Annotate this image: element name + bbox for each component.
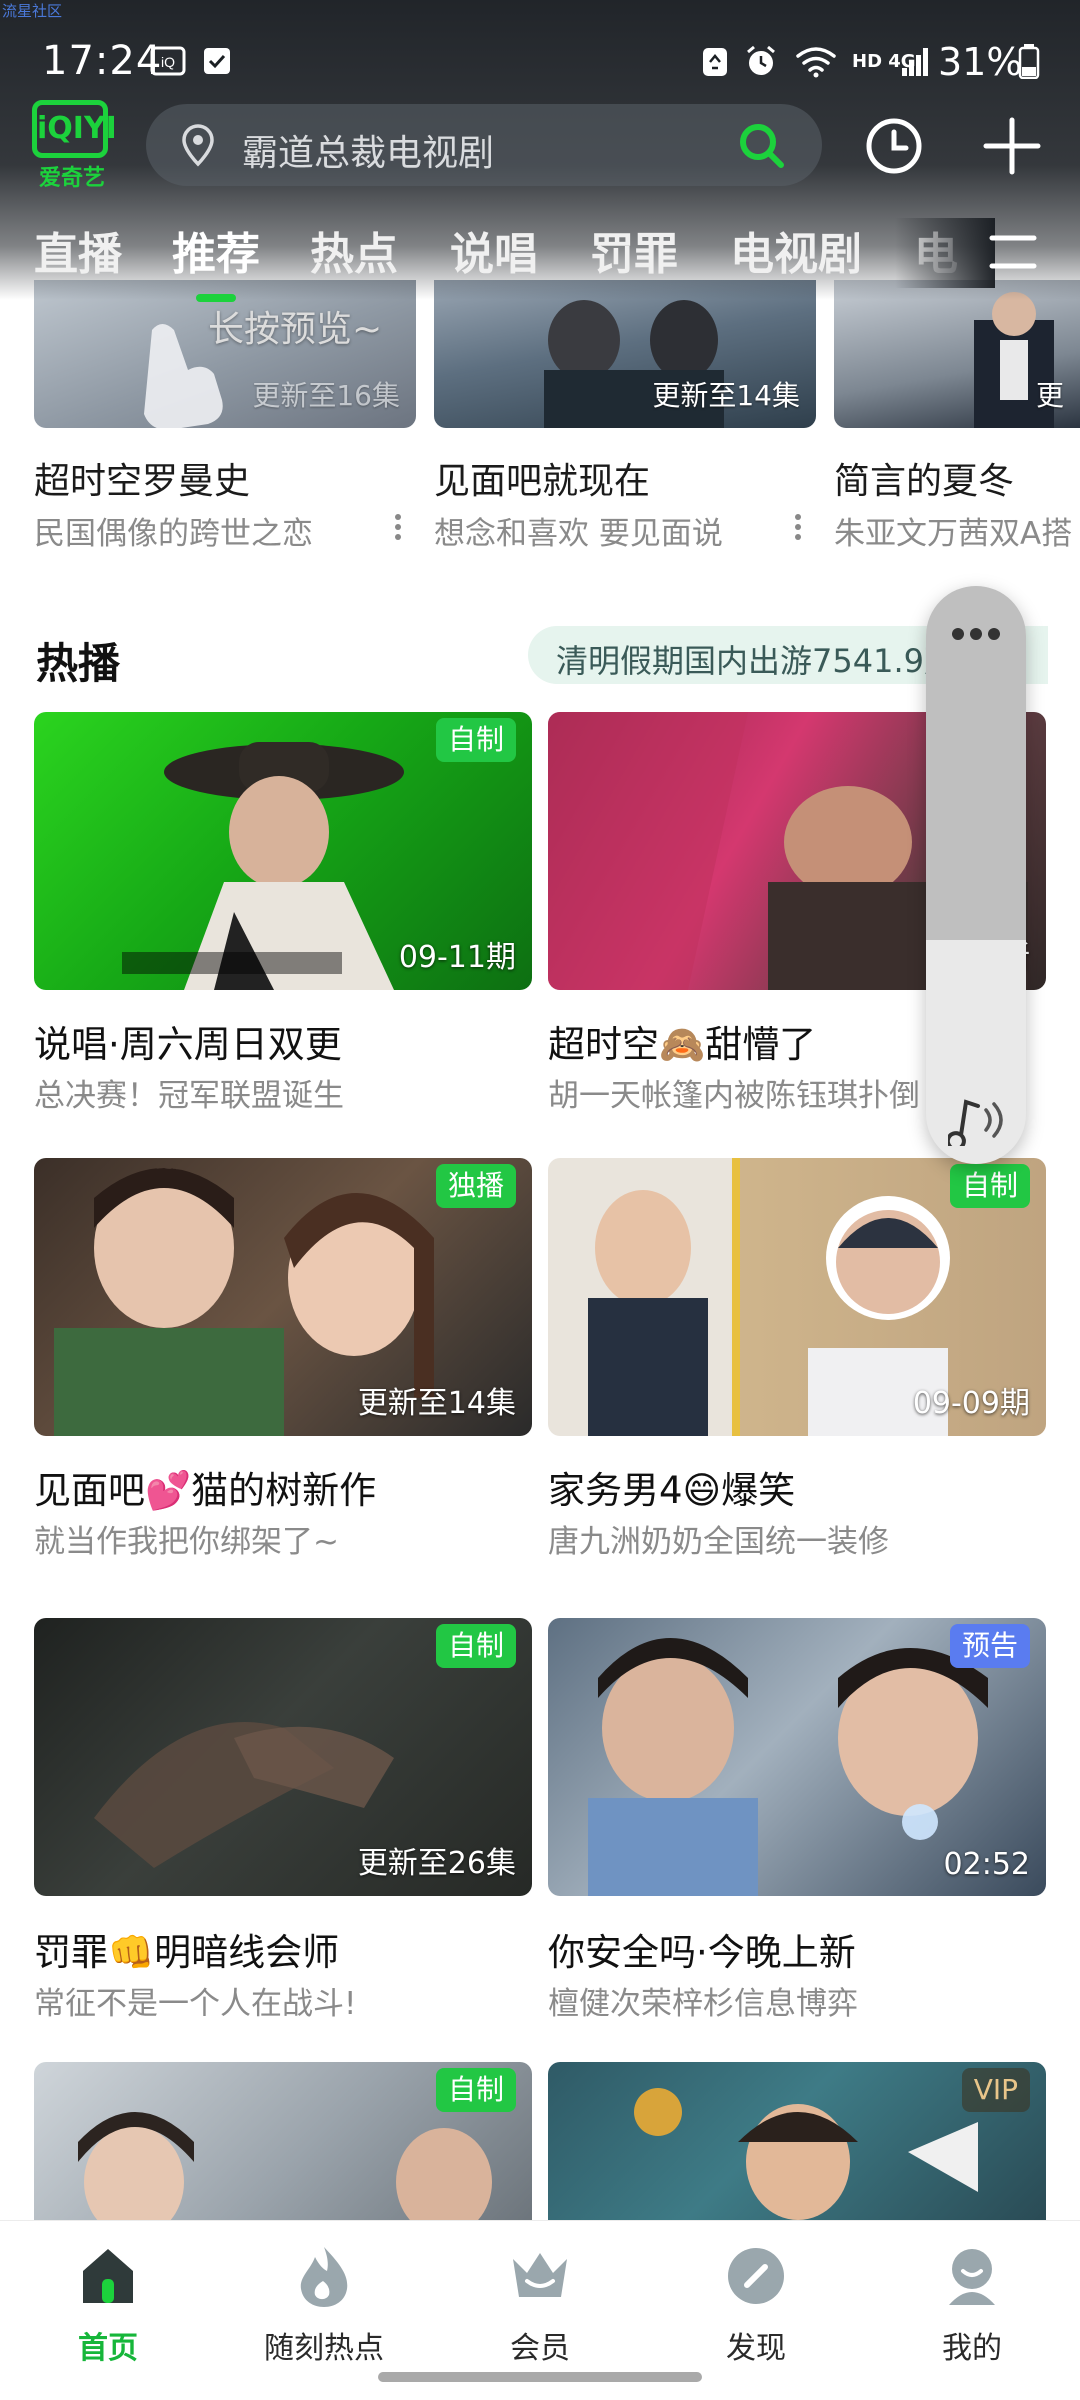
trending-news-text: 清明假期国内出游7541.9万 xyxy=(556,642,956,680)
search-icon[interactable] xyxy=(736,120,788,172)
app-header: iQIYI 爱奇艺 霸道总裁电视剧 xyxy=(0,100,1080,210)
svg-text:iQ: iQ xyxy=(161,54,175,70)
video-title[interactable]: 说唱·周六周日双更 xyxy=(34,1014,342,1068)
video-thumb[interactable]: 自制 09-11期 xyxy=(34,712,532,990)
carousel-badge: 更新至14集 xyxy=(652,379,800,412)
more-options-icon[interactable] xyxy=(792,510,804,546)
status-bar: 17:24 iQ HD 4G 31% xyxy=(0,30,1080,100)
nav-profile[interactable]: 我的 xyxy=(882,2241,1062,2367)
content-tag: 独播 xyxy=(435,1164,516,1208)
content-tag: 自制 xyxy=(949,1164,1030,1208)
category-tabs: 直播 推荐 热点 说唱 罚罪 电视剧 电 xyxy=(0,218,1080,302)
video-subtitle: 檀健次荣梓杉信息博弈 xyxy=(548,1986,858,2022)
content-tag: 自制 xyxy=(435,2068,516,2112)
video-title[interactable]: 见面吧💕猫的树新作 xyxy=(34,1460,376,1514)
compass-icon xyxy=(728,2248,784,2304)
iqiyi-notification-icon: iQ xyxy=(150,44,186,78)
search-bar[interactable]: 霸道总裁电视剧 xyxy=(146,104,822,186)
episode-meta: 09-11期 xyxy=(398,940,516,975)
video-subtitle: 唐九洲奶奶全国统一装修 xyxy=(548,1524,889,1560)
battery-level: 31% xyxy=(938,40,1023,84)
section-title: 热播 xyxy=(36,639,121,688)
video-title[interactable]: 罚罪👊明暗线会师 xyxy=(34,1922,339,1976)
profile-icon xyxy=(949,2249,995,2305)
carousel-badge: 更新至16集 xyxy=(252,379,400,412)
battery-icon xyxy=(1018,44,1040,79)
video-title[interactable]: 超时空🙈甜懵了 xyxy=(548,1014,816,1068)
carousel-badge: 更 xyxy=(1035,379,1064,412)
tab-rap[interactable]: 说唱 xyxy=(450,218,538,282)
alarm-icon xyxy=(744,44,778,78)
carousel-subtitle: 民国偶像的跨世之恋 xyxy=(34,516,313,552)
wifi-icon xyxy=(794,44,838,78)
video-title[interactable]: 你安全吗·今晚上新 xyxy=(548,1922,856,1976)
carousel-title[interactable]: 超时空罗曼史 xyxy=(34,452,250,504)
tab-fade xyxy=(895,218,995,288)
preview-hint: 长按预览~ xyxy=(208,309,383,350)
tab-menu-icon[interactable] xyxy=(988,228,1038,278)
tab-tv-series[interactable]: 电视剧 xyxy=(730,218,862,282)
signal-icon xyxy=(900,44,932,78)
nav-vip[interactable]: 会员 xyxy=(450,2241,630,2367)
nav-label: 我的 xyxy=(942,2331,1002,2366)
recycle-icon xyxy=(700,44,730,78)
tab-punishment[interactable]: 罚罪 xyxy=(590,218,678,282)
home-icon xyxy=(83,2249,133,2303)
content-tag: 自制 xyxy=(435,1624,516,1668)
location-pin-icon xyxy=(182,124,214,167)
video-thumb[interactable]: 预告 02:52 xyxy=(548,1618,1046,1896)
nav-label: 随刻热点 xyxy=(264,2331,384,2366)
nav-label: 首页 xyxy=(78,2331,138,2366)
video-thumb[interactable]: 独播 更新至14集 xyxy=(34,1158,532,1436)
checkbox-notification-icon xyxy=(202,44,232,78)
video-thumb[interactable]: 自制 xyxy=(34,2062,532,2220)
tab-hot[interactable]: 热点 xyxy=(310,218,398,282)
tab-live[interactable]: 直播 xyxy=(34,218,122,282)
episode-meta: 09-09期 xyxy=(912,1386,1030,1421)
video-thumb[interactable]: 自制 更新至26集 xyxy=(34,1618,532,1896)
watermark: 流星社区 xyxy=(2,2,63,20)
more-options-icon[interactable] xyxy=(392,510,404,546)
status-time: 17:24 xyxy=(42,38,163,84)
episode-meta: 更新至26集 xyxy=(357,1846,516,1881)
video-title[interactable]: 家务男4😄爆笑 xyxy=(548,1460,795,1514)
crown-icon xyxy=(513,2253,567,2297)
video-subtitle: 胡一天帐篷内被陈钰琪扑倒 xyxy=(548,1078,920,1114)
music-note-icon[interactable] xyxy=(948,1096,1006,1146)
duration: 02:52 xyxy=(943,1847,1030,1882)
add-icon[interactable] xyxy=(980,114,1044,178)
app-logo[interactable]: iQIYI 爱奇艺 xyxy=(32,100,117,191)
search-placeholder: 霸道总裁电视剧 xyxy=(242,133,495,174)
video-thumb[interactable]: VIP xyxy=(548,2062,1046,2220)
video-thumb[interactable]: 自制 09-09期 xyxy=(548,1158,1046,1436)
carousel-thumb-3[interactable]: 更 xyxy=(834,280,1080,428)
carousel-title[interactable]: 简言的夏冬 xyxy=(834,452,1014,504)
carousel-subtitle: 想念和喜欢 要见面说 xyxy=(434,516,723,552)
logo-text: iQIYI xyxy=(32,100,117,158)
flame-icon xyxy=(300,2247,348,2307)
content-tag: VIP xyxy=(961,2068,1030,2112)
carousel-title[interactable]: 见面吧就现在 xyxy=(434,452,650,504)
nav-label: 会员 xyxy=(510,2331,570,2366)
home-indicator[interactable] xyxy=(378,2372,702,2382)
history-icon[interactable] xyxy=(862,114,926,178)
carousel-subtitle: 朱亚文万茜双A搭 xyxy=(834,516,1073,552)
carousel-thumb-2[interactable]: 更新至14集 xyxy=(434,280,816,428)
logo-subtitle: 爱奇艺 xyxy=(38,166,105,191)
video-subtitle: 就当作我把你绑架了~ xyxy=(34,1524,339,1560)
nav-home[interactable]: 首页 xyxy=(18,2241,198,2367)
episode-meta: 更新至14集 xyxy=(357,1386,516,1421)
floating-music-widget[interactable] xyxy=(926,586,1026,1164)
content-tag: 预告 xyxy=(949,1624,1030,1668)
video-subtitle: 常征不是一个人在战斗! xyxy=(34,1986,357,2022)
video-subtitle: 总决赛！冠军联盟诞生 xyxy=(34,1078,344,1114)
nav-hot-moments[interactable]: 随刻热点 xyxy=(234,2241,414,2367)
content-tag: 自制 xyxy=(435,718,516,762)
nav-discover[interactable]: 发现 xyxy=(666,2241,846,2367)
active-tab-indicator xyxy=(196,294,236,302)
more-icon[interactable] xyxy=(950,626,1002,642)
nav-label: 发现 xyxy=(726,2331,786,2366)
tab-recommend[interactable]: 推荐 xyxy=(172,218,260,282)
